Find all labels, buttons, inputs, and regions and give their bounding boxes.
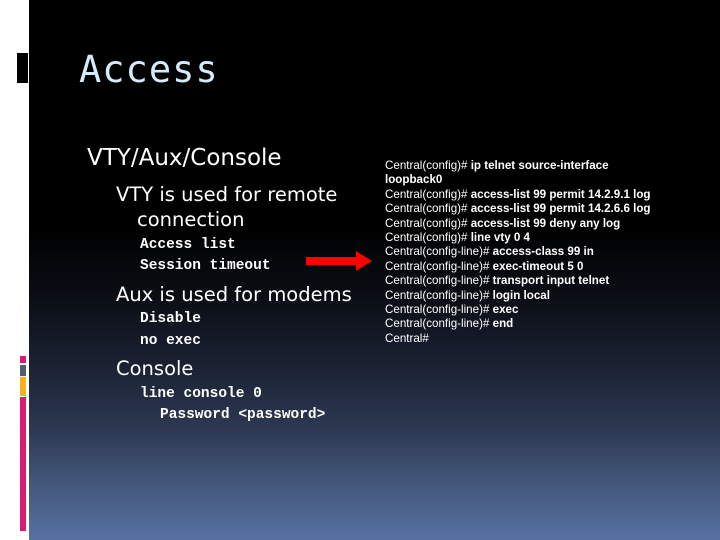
sub-bullet-disable: Disable (140, 311, 201, 327)
accent-bar-segment (20, 356, 26, 363)
title-marker (17, 53, 28, 83)
cli-prompt: Central(config-line)# (385, 245, 493, 259)
accent-bar-segment (20, 365, 26, 376)
cli-prompt: Central(config)# (385, 216, 471, 230)
cli-command: loopback0 (385, 173, 443, 187)
cli-prompt: Central(config-line)# (385, 317, 493, 331)
cli-line: Central(config-line)# access-class 99 in (385, 245, 705, 259)
sub-bullet-no-exec: no exec (140, 333, 201, 349)
cli-line: Central(config-line)# exec-timeout 5 0 (385, 260, 705, 274)
cli-command: access-list 99 deny any log (470, 216, 621, 230)
sub-bullet-session-timeout: Session timeout (140, 258, 271, 274)
cli-prompt: Central(config-line)# (385, 288, 493, 302)
accent-bar-segment (20, 377, 26, 396)
cli-prompt: Central# (385, 331, 429, 345)
slide-title: Access (79, 48, 219, 91)
sub-bullet-password: Password <password> (160, 407, 326, 423)
cli-config-block: Central(config)# ip telnet source-interf… (385, 159, 705, 346)
sub-bullet-access-list: Access list (140, 237, 236, 253)
accent-bar-segment (20, 397, 26, 531)
cli-prompt: Central(config-line)# (385, 303, 493, 317)
slide-stage: Access VTY/Aux/Console VTY is used for r… (0, 0, 720, 540)
cli-command: ip telnet source-interface (470, 159, 609, 172)
cli-line: loopback0 (385, 173, 705, 187)
cli-line: Central(config-line)# login local (385, 289, 705, 303)
cli-prompt: Central(config)# (385, 159, 471, 172)
bullet-vty: VTY is used for remote connection (116, 182, 337, 232)
cli-line: Central# (385, 332, 705, 346)
cli-prompt: Central(config-line)# (385, 274, 493, 288)
cli-command: transport input telnet (492, 274, 610, 288)
arrow-right-icon (306, 251, 372, 271)
cli-command: exec (492, 303, 519, 317)
cli-command: access-list 99 permit 14.2.6.6 log (470, 202, 651, 216)
cli-command: access-list 99 permit 14.2.9.1 log (470, 187, 651, 201)
cli-prompt: Central(config)# (385, 187, 471, 201)
bullet-vty-line1: VTY is used for remote (116, 183, 338, 206)
heading-vty-aux-console: VTY/Aux/Console (87, 145, 282, 171)
cli-prompt: Central(config-line)# (385, 259, 493, 273)
cli-command: exec-timeout 5 0 (492, 259, 584, 273)
sub-bullet-line-console: line console 0 (140, 386, 262, 402)
bullet-aux: Aux is used for modems (116, 283, 352, 306)
bullet-console: Console (116, 357, 194, 380)
cli-line: Central(config)# access-list 99 permit 1… (385, 202, 705, 216)
bullet-vty-line2: connection (137, 208, 245, 231)
cli-command: login local (492, 288, 550, 302)
cli-line: Central(config-line)# transport input te… (385, 274, 705, 288)
cli-command: end (492, 317, 514, 331)
cli-line: Central(config)# line vty 0 4 (385, 231, 705, 245)
cli-prompt: Central(config)# (385, 231, 471, 245)
cli-line: Central(config-line)# exec (385, 303, 705, 317)
cli-command: line vty 0 4 (470, 231, 530, 245)
cli-line: Central(config)# access-list 99 deny any… (385, 217, 705, 231)
cli-command: access-class 99 in (492, 245, 594, 259)
cli-line: Central(config-line)# end (385, 317, 705, 331)
cli-line: Central(config)# ip telnet source-interf… (385, 159, 705, 173)
cli-line: Central(config)# access-list 99 permit 1… (385, 188, 705, 202)
cli-prompt: Central(config)# (385, 202, 471, 216)
arrow-shape (306, 251, 372, 271)
